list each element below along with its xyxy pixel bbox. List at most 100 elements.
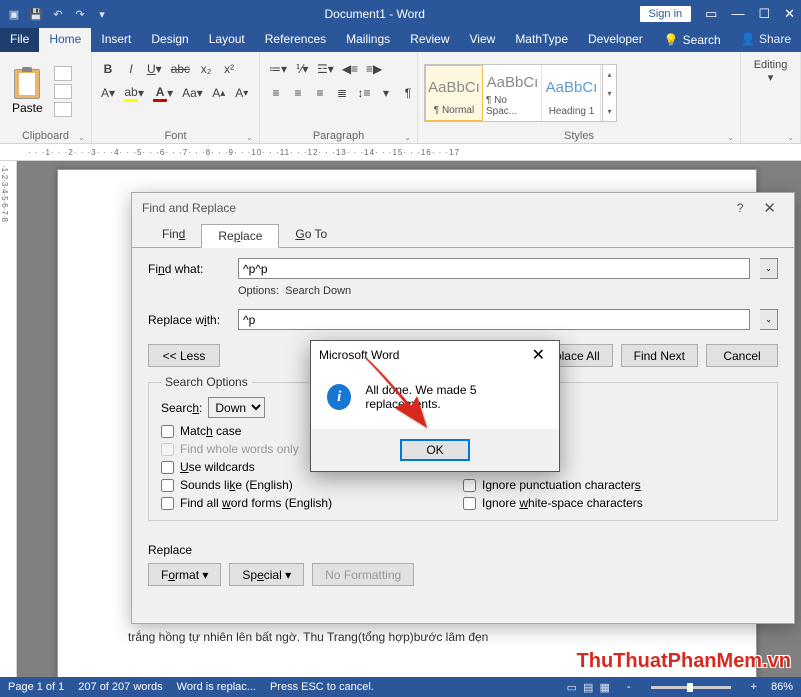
page-indicator[interactable]: Page 1 of 1 [8,681,64,693]
share-button[interactable]: 👤 Share [731,28,801,52]
zoom-out-icon[interactable]: - [627,681,631,693]
tab-goto[interactable]: Go To [279,223,343,247]
msgbox-titlebar[interactable]: Microsoft Word ✕ [311,341,559,369]
tab-replace[interactable]: Replace [201,224,279,248]
strike-button[interactable]: abc [168,59,193,79]
replace-history-dropdown[interactable]: ⌄ [760,309,778,330]
tab-home[interactable]: Home [39,28,91,52]
tab-view[interactable]: View [460,28,506,52]
format-painter-icon[interactable] [54,102,72,117]
tab-review[interactable]: Review [400,28,459,52]
info-icon: i [327,384,351,410]
style-normal[interactable]: AaBbCı¶ Normal [425,65,483,121]
format-button[interactable]: Format ▾ [148,563,221,586]
align-center-button[interactable]: ≡ [288,83,308,103]
text-effects-button[interactable]: A▾ [98,83,118,103]
tab-layout[interactable]: Layout [199,28,255,52]
minimize-icon[interactable]: — [731,6,744,22]
zoom-level[interactable]: 86% [771,681,793,693]
qat-more-icon[interactable]: ▾ [94,6,110,22]
tab-file[interactable]: File [0,28,39,52]
tab-find[interactable]: Find [146,223,201,247]
zoom-in-icon[interactable]: + [751,681,757,693]
tab-mailings[interactable]: Mailings [336,28,400,52]
dialog-close-icon[interactable]: ✕ [755,199,784,217]
clipboard-group: Paste Clipboard [0,52,92,143]
titlebar: ▣ 💾 ↶ ↷ ▾ Document1 - Word Sign in ▭ — ☐… [0,0,801,28]
tab-references[interactable]: References [255,28,336,52]
sign-in-button[interactable]: Sign in [640,6,692,22]
maximize-icon[interactable]: ☐ [758,6,770,22]
decrease-indent-button[interactable]: ◀≡ [339,59,361,79]
styles-group: AaBbCı¶ Normal AaBbCı¶ No Spac... AaBbCı… [418,52,741,143]
justify-button[interactable]: ≣ [332,83,352,103]
tab-insert[interactable]: Insert [91,28,141,52]
dialog-tabs: Find Replace Go To [132,223,794,247]
dialog-help-icon[interactable]: ? [737,201,744,215]
ignore-ws-check[interactable]: Ignore white-space characters [463,496,765,510]
grow-font-button[interactable]: A▴ [209,83,229,103]
quick-access-toolbar: ▣ 💾 ↶ ↷ ▾ [6,6,110,22]
doc-text[interactable]: trắng hồng tự nhiên lên bất ngờ. Thu Tra… [128,630,686,644]
show-marks-button[interactable]: ¶ [398,83,418,103]
multilevel-button[interactable]: ☲▾ [314,59,337,79]
redo-icon[interactable]: ↷ [72,6,88,22]
paragraph-label: Paragraph [266,128,411,143]
styles-gallery[interactable]: AaBbCı¶ Normal AaBbCı¶ No Spac... AaBbCı… [424,64,617,122]
bold-button[interactable]: B [98,59,118,79]
style-nospacing[interactable]: AaBbCı¶ No Spac... [484,65,542,121]
word-count[interactable]: 207 of 207 words [78,681,162,693]
bullets-button[interactable]: ≔▾ [266,59,290,79]
tab-design[interactable]: Design [141,28,198,52]
increase-indent-button[interactable]: ≡▶ [363,59,385,79]
line-spacing-button[interactable]: ↕≡ [354,83,374,103]
find-history-dropdown[interactable]: ⌄ [760,258,778,279]
underline-button[interactable]: U▾ [144,59,165,79]
word-forms-check[interactable]: Find all word forms (English) [161,496,463,510]
paste-button[interactable]: Paste [6,67,49,117]
ok-button[interactable]: OK [400,439,470,461]
style-heading1[interactable]: AaBbCıHeading 1 [543,65,601,121]
align-left-button[interactable]: ≡ [266,83,286,103]
tab-mathtype[interactable]: MathType [505,28,578,52]
sounds-like-check[interactable]: Sounds like (English) [161,478,463,492]
ribbon: Paste Clipboard B I U▾ abc x₂ x² A▾ ab▾ [0,52,801,144]
shrink-font-button[interactable]: A▾ [232,83,252,103]
superscript-button[interactable]: x² [219,59,239,79]
clipboard-label: Clipboard [6,128,85,143]
ribbon-toggle-icon[interactable]: ▭ [705,6,717,22]
save-icon[interactable]: 💾 [28,6,44,22]
copy-icon[interactable] [54,84,72,99]
align-right-button[interactable]: ≡ [310,83,330,103]
find-what-input[interactable] [238,258,750,279]
italic-button[interactable]: I [121,59,141,79]
tab-developer[interactable]: Developer [578,28,653,52]
cut-icon[interactable] [54,66,72,81]
special-button[interactable]: Special ▾ [229,563,304,586]
dialog-titlebar[interactable]: Find and Replace ? ✕ [132,193,794,223]
ruler-vertical[interactable]: ·1·2·3·4·5·6·7·8 [0,161,17,677]
find-next-button[interactable]: Find Next [621,344,698,367]
cancel-button[interactable]: Cancel [706,344,778,367]
ruler-horizontal[interactable]: · · ·1· · ·2· · ·3· · ·4· · ·5· · ·6· · … [0,144,801,161]
shading-button[interactable]: ▾ [376,83,396,103]
less-button[interactable]: << Less [148,344,220,367]
find-what-label: Find what: [148,262,228,276]
font-color-button[interactable]: A▾ [150,83,176,103]
ignore-punct-check[interactable]: Ignore punctuation characters [463,478,765,492]
view-buttons[interactable]: ▭▤▦ [564,681,613,694]
undo-icon[interactable]: ↶ [50,6,66,22]
replace-with-input[interactable] [238,309,750,330]
numbering-button[interactable]: ⅟▾ [292,59,312,79]
msgbox-close-icon[interactable]: ✕ [526,345,551,365]
subscript-button[interactable]: x₂ [196,59,216,79]
styles-more[interactable]: ▴▾▾ [602,65,616,121]
search-help[interactable]: 💡Search [654,28,731,52]
search-direction-select[interactable]: Down [208,397,265,418]
search-options-legend: Search Options [161,375,252,389]
editing-button[interactable]: Editing▾ [747,55,794,88]
change-case-button[interactable]: Aa▾ [179,83,206,103]
close-icon[interactable]: ✕ [784,6,795,22]
highlight-button[interactable]: ab▾ [121,83,147,103]
zoom-slider[interactable] [651,686,731,689]
